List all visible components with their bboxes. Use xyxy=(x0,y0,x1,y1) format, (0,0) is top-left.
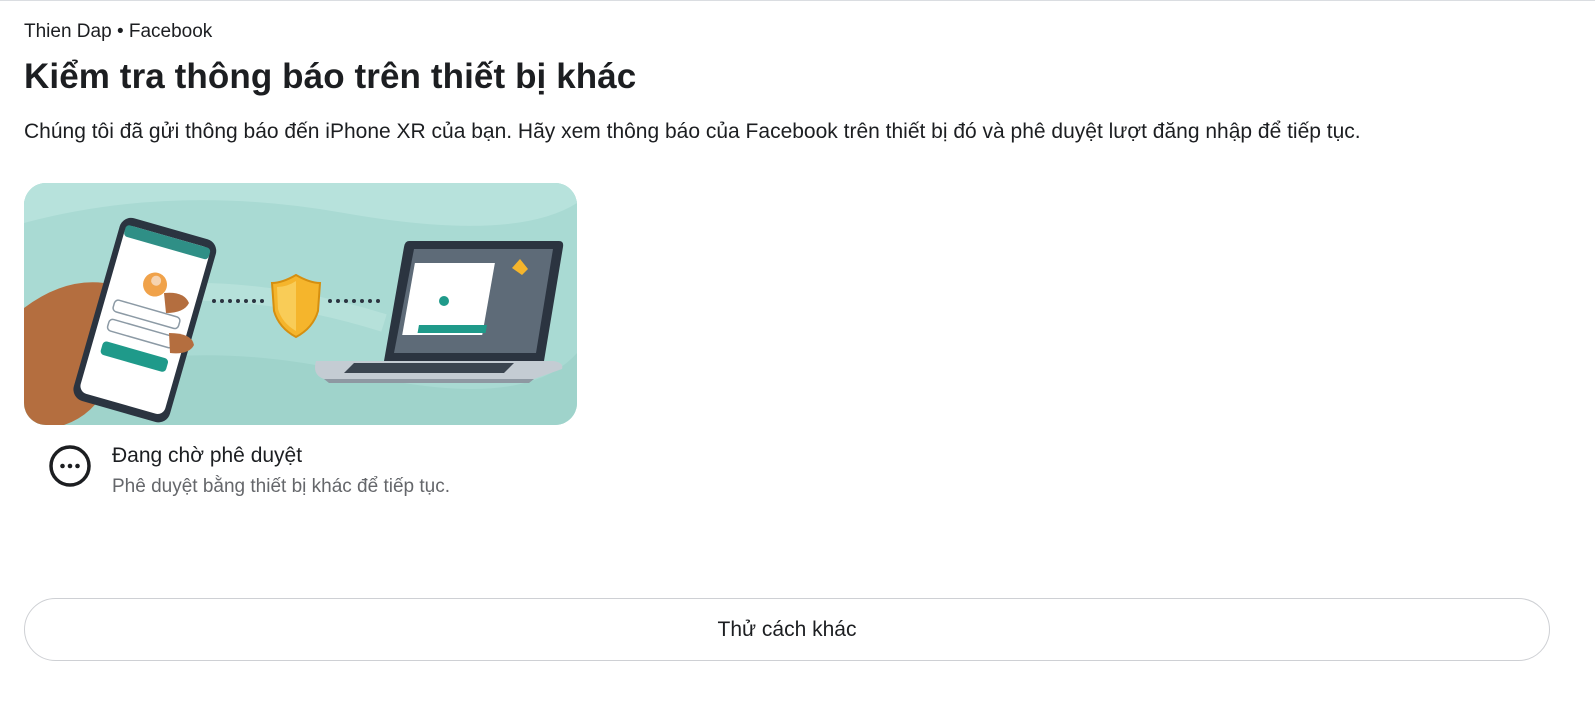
more-dots-icon xyxy=(49,445,91,487)
device-approval-illustration xyxy=(24,183,577,425)
page-description: Chúng tôi đã gửi thông báo đến iPhone XR… xyxy=(24,120,1361,143)
try-another-way-button[interactable]: Thử cách khác xyxy=(24,598,1550,661)
status-text: Đang chờ phê duyệt Phê duyệt bằng thiết … xyxy=(112,442,450,500)
approval-page: Thien Dap • Facebook Kiểm tra thông báo … xyxy=(24,0,1552,706)
account-label: Thien Dap • Facebook xyxy=(24,21,213,42)
page-title: Kiểm tra thông báo trên thiết bị khác xyxy=(24,57,637,96)
status-title: Đang chờ phê duyệt xyxy=(112,444,303,467)
approval-status: Đang chờ phê duyệt Phê duyệt bằng thiết … xyxy=(49,442,450,500)
status-subtitle: Phê duyệt bằng thiết bị khác để tiếp tục… xyxy=(112,476,451,497)
